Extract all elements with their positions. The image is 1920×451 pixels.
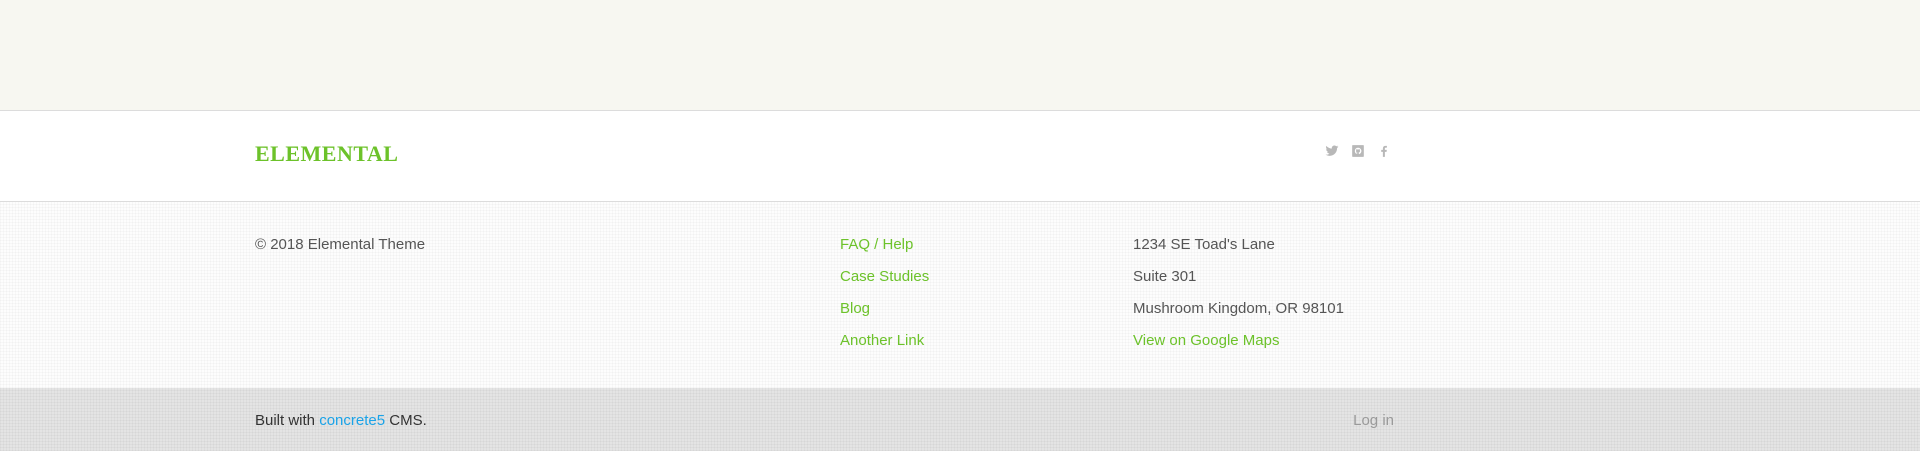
address-block: 1234 SE Toad's Lane Suite 301 Mushroom K… bbox=[1133, 236, 1344, 364]
address-line-3: Mushroom Kingdom, OR 98101 bbox=[1133, 300, 1344, 317]
top-band bbox=[0, 0, 1920, 111]
bottom-bar: Built with concrete5 CMS. Log in bbox=[0, 388, 1920, 451]
concrete5-link[interactable]: concrete5 bbox=[319, 412, 385, 429]
footer-links: FAQ / Help Case Studies Blog Another Lin… bbox=[840, 236, 929, 364]
footer-link-faq[interactable]: FAQ / Help bbox=[840, 236, 929, 253]
footer-link-another[interactable]: Another Link bbox=[840, 332, 929, 349]
footer-main: © 2018 Elemental Theme FAQ / Help Case S… bbox=[0, 202, 1920, 388]
built-with-text: Built with concrete5 CMS. bbox=[255, 412, 427, 429]
address-line-2: Suite 301 bbox=[1133, 268, 1197, 285]
facebook-link[interactable] bbox=[1377, 144, 1391, 158]
brand-bar: ELEMENTAL bbox=[0, 111, 1920, 202]
github-icon bbox=[1352, 145, 1364, 157]
github-link[interactable] bbox=[1351, 144, 1365, 158]
twitter-icon bbox=[1325, 145, 1339, 156]
social-links bbox=[1325, 144, 1391, 158]
built-with-prefix: Built with bbox=[255, 412, 320, 429]
site-logo[interactable]: ELEMENTAL bbox=[255, 141, 398, 167]
google-maps-link[interactable]: View on Google Maps bbox=[1133, 332, 1344, 349]
facebook-icon bbox=[1381, 145, 1387, 157]
twitter-link[interactable] bbox=[1325, 144, 1339, 158]
footer-link-case-studies[interactable]: Case Studies bbox=[840, 268, 929, 285]
login-link[interactable]: Log in bbox=[1353, 412, 1394, 429]
built-with-suffix: CMS. bbox=[385, 412, 427, 429]
address-line-1: 1234 SE Toad's Lane bbox=[1133, 236, 1275, 253]
copyright-text: © 2018 Elemental Theme bbox=[255, 236, 426, 253]
footer-link-blog[interactable]: Blog bbox=[840, 300, 929, 317]
